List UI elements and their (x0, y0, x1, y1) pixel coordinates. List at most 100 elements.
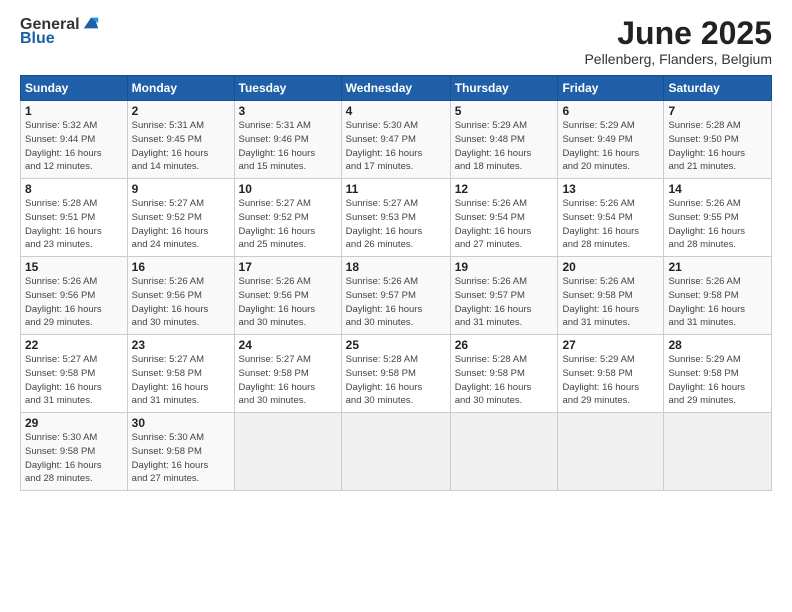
calendar-cell: 15Sunrise: 5:26 AMSunset: 9:56 PMDayligh… (21, 257, 128, 335)
day-number: 9 (132, 182, 230, 196)
calendar-cell: 5Sunrise: 5:29 AMSunset: 9:48 PMDaylight… (450, 101, 558, 179)
daylight-label: Daylight: 16 hours (668, 226, 745, 237)
daylight-label: Daylight: 16 hours (668, 382, 745, 393)
day-number: 15 (25, 260, 123, 274)
day-info: Sunrise: 5:26 AMSunset: 9:55 PMDaylight:… (668, 197, 767, 252)
daylight-minutes: and 23 minutes. (25, 239, 93, 250)
sunset-label: Sunset: 9:44 PM (25, 134, 95, 145)
day-info: Sunrise: 5:27 AMSunset: 9:52 PMDaylight:… (132, 197, 230, 252)
sunset-label: Sunset: 9:48 PM (455, 134, 525, 145)
day-info: Sunrise: 5:29 AMSunset: 9:49 PMDaylight:… (562, 119, 659, 174)
daylight-minutes: and 14 minutes. (132, 161, 200, 172)
sunrise-label: Sunrise: 5:27 AM (132, 198, 204, 209)
daylight-minutes: and 17 minutes. (346, 161, 414, 172)
calendar-cell: 16Sunrise: 5:26 AMSunset: 9:56 PMDayligh… (127, 257, 234, 335)
daylight-label: Daylight: 16 hours (239, 148, 316, 159)
sunrise-label: Sunrise: 5:29 AM (668, 354, 740, 365)
weekday-header-sunday: Sunday (21, 76, 128, 101)
day-number: 29 (25, 416, 123, 430)
daylight-minutes: and 28 minutes. (25, 473, 93, 484)
calendar-cell: 29Sunrise: 5:30 AMSunset: 9:58 PMDayligh… (21, 413, 128, 491)
sunset-label: Sunset: 9:49 PM (562, 134, 632, 145)
sunrise-label: Sunrise: 5:30 AM (25, 432, 97, 443)
sunrise-label: Sunrise: 5:27 AM (239, 354, 311, 365)
calendar-cell: 14Sunrise: 5:26 AMSunset: 9:55 PMDayligh… (664, 179, 772, 257)
daylight-minutes: and 28 minutes. (562, 239, 630, 250)
weekday-header-saturday: Saturday (664, 76, 772, 101)
sunset-label: Sunset: 9:45 PM (132, 134, 202, 145)
daylight-label: Daylight: 16 hours (668, 148, 745, 159)
day-info: Sunrise: 5:32 AMSunset: 9:44 PMDaylight:… (25, 119, 123, 174)
daylight-minutes: and 30 minutes. (346, 317, 414, 328)
sunrise-label: Sunrise: 5:26 AM (455, 276, 527, 287)
calendar-cell (234, 413, 341, 491)
sunrise-label: Sunrise: 5:32 AM (25, 120, 97, 131)
daylight-minutes: and 25 minutes. (239, 239, 307, 250)
daylight-label: Daylight: 16 hours (346, 226, 423, 237)
daylight-minutes: and 24 minutes. (132, 239, 200, 250)
daylight-minutes: and 29 minutes. (25, 317, 93, 328)
calendar-week-row: 1 Sunrise: 5:32 AM Sunset: 9:44 PM Daylight… (21, 101, 772, 179)
daylight-minutes: and 18 minutes. (455, 161, 523, 172)
logo: General Blue (20, 16, 100, 48)
sunrise-label: Sunrise: 5:26 AM (239, 276, 311, 287)
sunrise-label: Sunrise: 5:27 AM (239, 198, 311, 209)
sunset-label: Sunset: 9:58 PM (668, 368, 738, 379)
sunset-label: Sunset: 9:57 PM (346, 290, 416, 301)
weekday-header-monday: Monday (127, 76, 234, 101)
sunset-label: Sunset: 9:58 PM (346, 368, 416, 379)
calendar-cell: 21Sunrise: 5:26 AMSunset: 9:58 PMDayligh… (664, 257, 772, 335)
day-info: Sunrise: 5:27 AMSunset: 9:53 PMDaylight:… (346, 197, 446, 252)
day-number: 1 (25, 104, 123, 118)
daylight-label: Daylight: 16 hours (25, 304, 102, 315)
daylight-label: Daylight: 16 hours (562, 226, 639, 237)
calendar-cell: 7Sunrise: 5:28 AMSunset: 9:50 PMDaylight… (664, 101, 772, 179)
day-number: 20 (562, 260, 659, 274)
daylight-minutes: and 28 minutes. (668, 239, 736, 250)
calendar-cell (664, 413, 772, 491)
sunset-label: Sunset: 9:58 PM (239, 368, 309, 379)
sunset-label: Sunset: 9:58 PM (562, 290, 632, 301)
calendar-cell (450, 413, 558, 491)
day-number: 24 (239, 338, 337, 352)
daylight-minutes: and 31 minutes. (562, 317, 630, 328)
calendar-cell: 23Sunrise: 5:27 AMSunset: 9:58 PMDayligh… (127, 335, 234, 413)
day-info: Sunrise: 5:29 AM Sunset: 9:58 PM Daylight:… (668, 353, 767, 408)
sunset-label: Sunset: 9:58 PM (25, 368, 95, 379)
day-info: Sunrise: 5:28 AMSunset: 9:58 PMDaylight:… (346, 353, 446, 408)
day-number: 22 (25, 338, 123, 352)
daylight-label: Daylight: 16 hours (455, 226, 532, 237)
daylight-minutes: and 12 minutes. (25, 161, 93, 172)
day-info: Sunrise: 5:27 AMSunset: 9:52 PMDaylight:… (239, 197, 337, 252)
sunset-label: Sunset: 9:58 PM (668, 290, 738, 301)
calendar-cell: 6Sunrise: 5:29 AMSunset: 9:49 PMDaylight… (558, 101, 664, 179)
daylight-minutes: and 31 minutes. (455, 317, 523, 328)
day-number: 6 (562, 104, 659, 118)
sunrise-label: Sunrise: 5:27 AM (25, 354, 97, 365)
day-info: Sunrise: 5:26 AMSunset: 9:56 PMDaylight:… (25, 275, 123, 330)
sunset-label: Sunset: 9:58 PM (455, 368, 525, 379)
daylight-minutes: and 27 minutes. (455, 239, 523, 250)
daylight-minutes: and 20 minutes. (562, 161, 630, 172)
sunrise-label: Sunrise: 5:30 AM (346, 120, 418, 131)
sunrise-label: Sunrise: 5:26 AM (562, 198, 634, 209)
sunrise-label: Sunrise: 5:27 AM (346, 198, 418, 209)
sunset-label: Sunset: 9:47 PM (346, 134, 416, 145)
day-number: 18 (346, 260, 446, 274)
daylight-minutes: and 31 minutes. (668, 317, 736, 328)
daylight-minutes: and 26 minutes. (346, 239, 414, 250)
day-info: Sunrise: 5:29 AMSunset: 9:58 PMDaylight:… (562, 353, 659, 408)
daylight-label: Daylight: 16 hours (239, 304, 316, 315)
location: Pellenberg, Flanders, Belgium (584, 51, 772, 67)
sunrise-label: Sunrise: 5:28 AM (346, 354, 418, 365)
sunrise-label: Sunrise: 5:26 AM (668, 198, 740, 209)
sunrise-label: Sunrise: 5:28 AM (455, 354, 527, 365)
calendar-cell: 2Sunrise: 5:31 AMSunset: 9:45 PMDaylight… (127, 101, 234, 179)
calendar-cell: 3Sunrise: 5:31 AMSunset: 9:46 PMDaylight… (234, 101, 341, 179)
sunrise-label: Sunrise: 5:29 AM (562, 354, 634, 365)
day-info: Sunrise: 5:27 AMSunset: 9:58 PMDaylight:… (132, 353, 230, 408)
sunset-label: Sunset: 9:58 PM (132, 368, 202, 379)
sunrise-label: Sunrise: 5:26 AM (562, 276, 634, 287)
day-number: 30 (132, 416, 230, 430)
daylight-minutes: and 29 minutes. (668, 395, 736, 406)
